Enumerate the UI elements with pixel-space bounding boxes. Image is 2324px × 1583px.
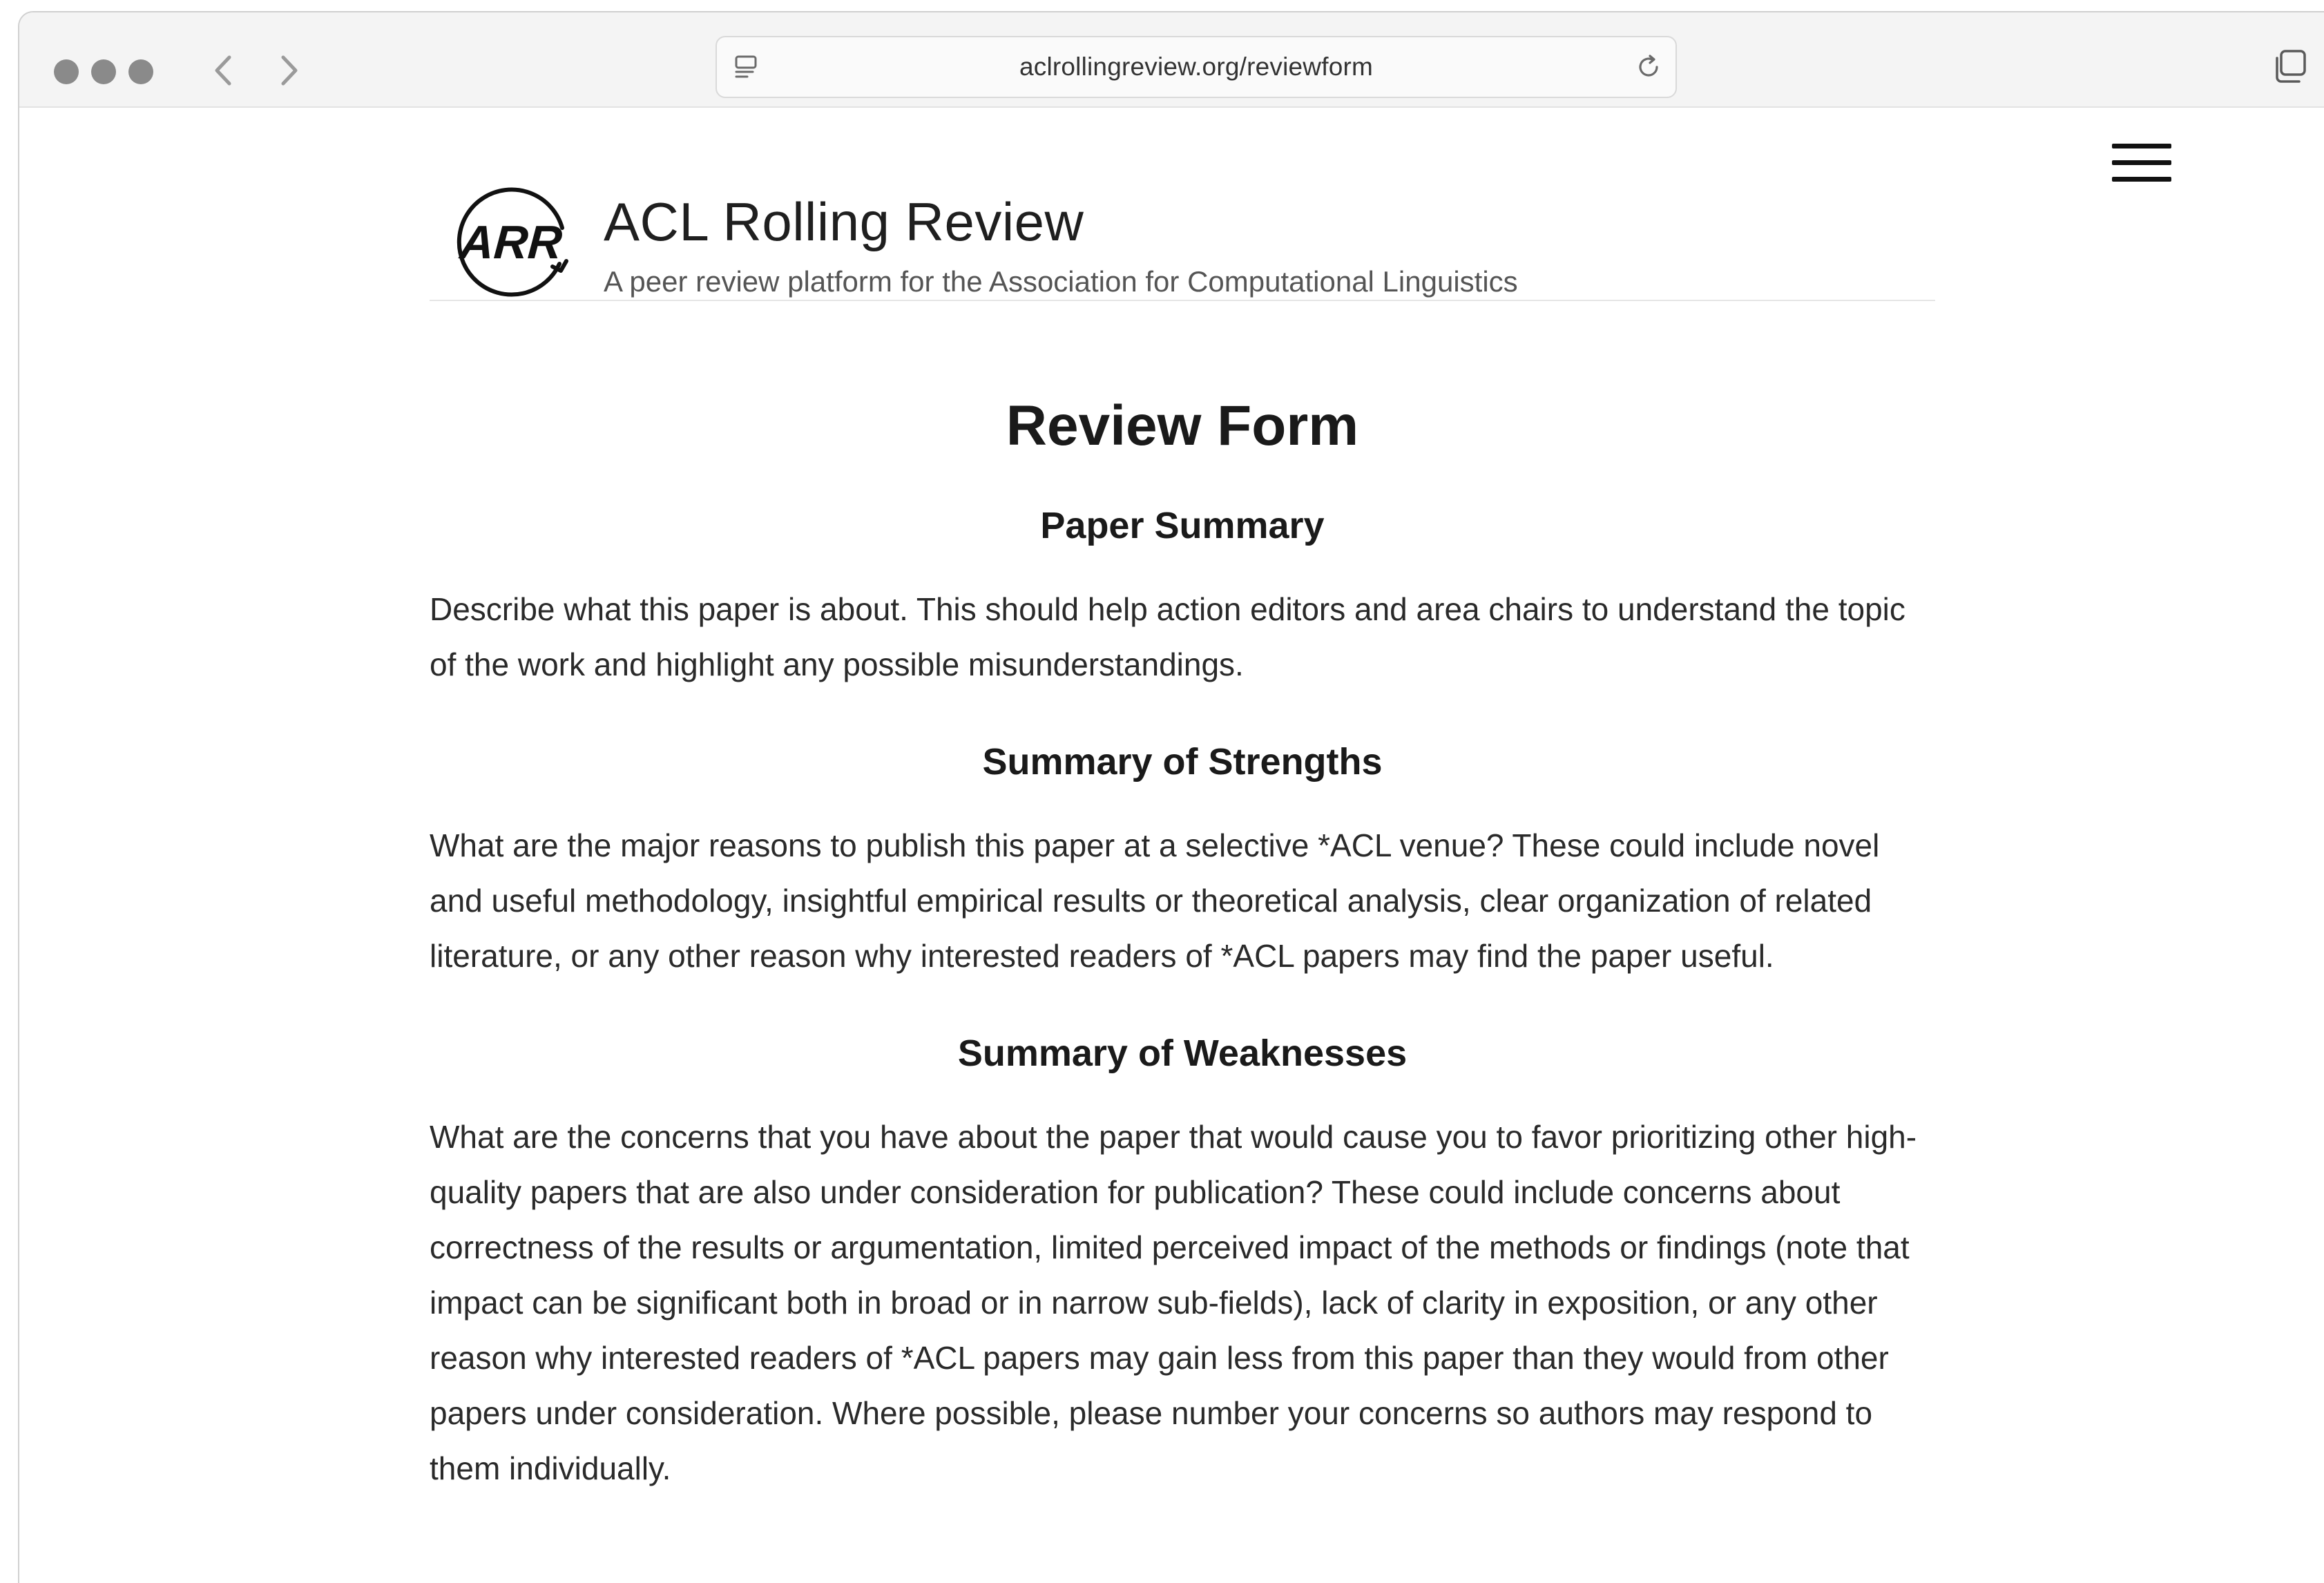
browser-window: aclrollingreview.org/reviewform ARR ACL … bbox=[18, 11, 2324, 1583]
address-bar[interactable]: aclrollingreview.org/reviewform bbox=[716, 36, 1677, 98]
web-page: ARR ACL Rolling Review A peer review pla… bbox=[19, 109, 2324, 1583]
window-minimize-icon[interactable] bbox=[91, 59, 116, 84]
main-content: Review Form Paper Summary Describe what … bbox=[430, 365, 1935, 1496]
chevron-left-icon bbox=[215, 55, 231, 86]
section-heading-strengths: Summary of Strengths bbox=[982, 741, 1383, 783]
logo-text: ARR bbox=[457, 216, 564, 269]
chevron-right-icon bbox=[281, 55, 298, 86]
url-text[interactable]: aclrollingreview.org/reviewform bbox=[717, 37, 1675, 97]
forward-button[interactable] bbox=[267, 48, 311, 93]
arr-logo[interactable]: ARR bbox=[456, 182, 577, 304]
hamburger-menu-icon[interactable] bbox=[2112, 144, 2171, 185]
section-text-weaknesses: What are the concerns that you have abou… bbox=[430, 1119, 1917, 1486]
window-zoom-icon[interactable] bbox=[128, 59, 153, 84]
section-text-strengths: What are the major reasons to publish th… bbox=[430, 827, 1880, 974]
site-subtitle: A peer review platform for the Associati… bbox=[604, 265, 1518, 298]
page-title: Review Form bbox=[1006, 394, 1359, 457]
back-button[interactable] bbox=[202, 48, 246, 93]
site-title[interactable]: ACL Rolling Review bbox=[604, 191, 1084, 253]
site-header: ARR ACL Rolling Review A peer review pla… bbox=[430, 142, 1935, 301]
browser-toolbar: aclrollingreview.org/reviewform bbox=[19, 12, 2324, 108]
section-heading-weaknesses: Summary of Weaknesses bbox=[957, 1033, 1408, 1074]
section-heading-paper-summary: Paper Summary bbox=[1040, 505, 1325, 546]
tab-overview-icon[interactable] bbox=[2269, 46, 2310, 87]
reload-icon[interactable] bbox=[1633, 51, 1664, 83]
section-text-paper-summary: Describe what this paper is about. This … bbox=[430, 591, 1905, 682]
window-close-icon[interactable] bbox=[54, 59, 79, 84]
